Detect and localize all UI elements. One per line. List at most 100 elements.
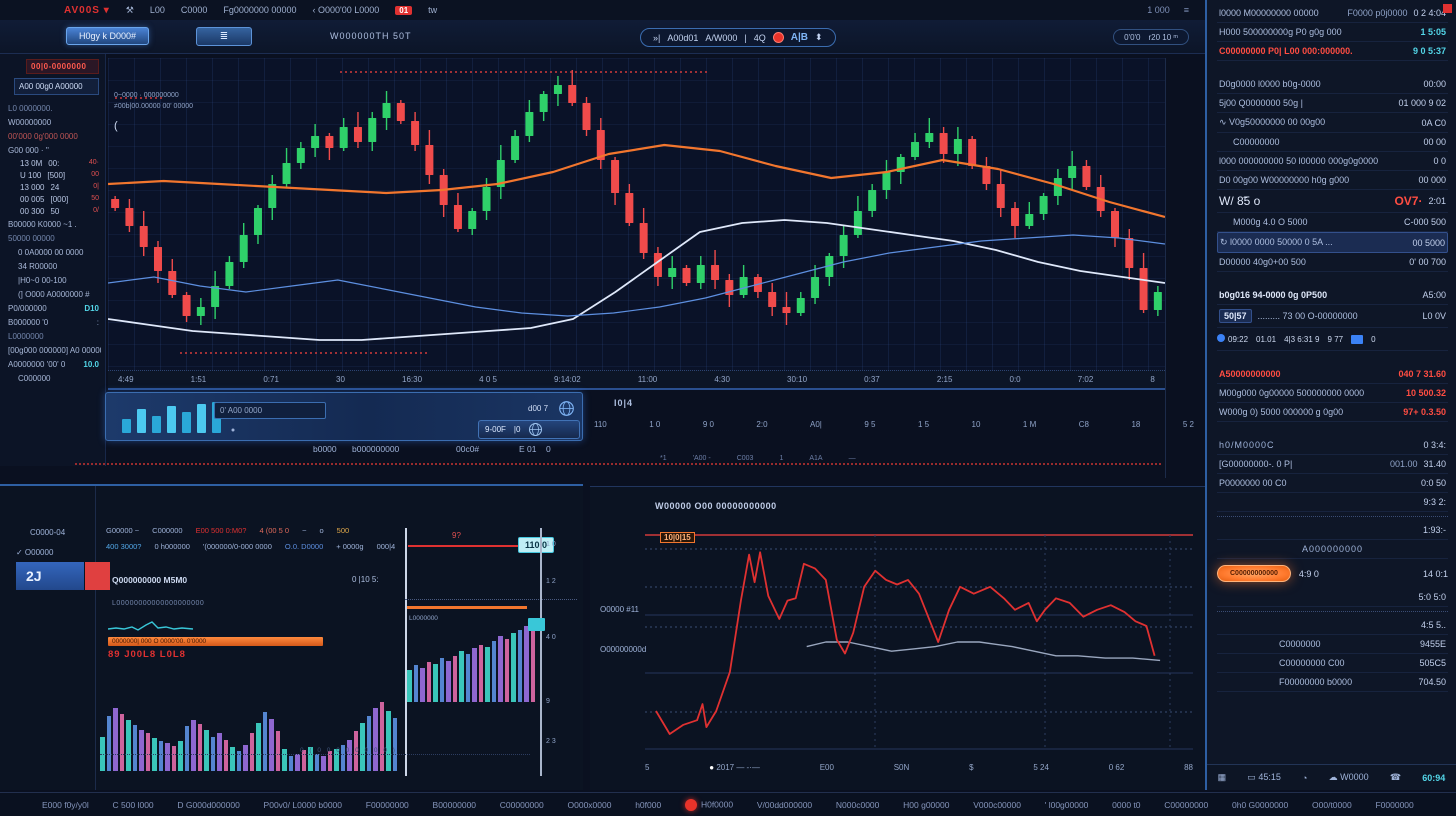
chip[interactable]: 4|3 6:31 9 (1284, 335, 1319, 344)
info-row[interactable]: A000000000 (1217, 540, 1448, 559)
header-item[interactable]: + 0000g (336, 542, 363, 551)
info-row[interactable]: 9:3 2: (1217, 493, 1448, 512)
status-item[interactable]: 0h0 G0000000 (1232, 800, 1288, 810)
menu-item[interactable]: Fg0000000 00000 (223, 5, 296, 16)
footer-tool[interactable]: ◔ (1302, 773, 1307, 783)
info-row[interactable]: 50|57......... 73 00 O-00000000L0 0V (1217, 305, 1448, 328)
value-tile[interactable]: 2J (16, 562, 84, 590)
info-row[interactable]: W/ 8̃5 o OV7·2:01 (1217, 190, 1448, 213)
info-row[interactable]: 5j00 Q0000000 50g |01 000 9 02 (1217, 94, 1448, 113)
candlestick-chart[interactable] (108, 58, 1165, 358)
status-item[interactable]: D G000d000000 (177, 800, 239, 810)
app-logo[interactable]: AV00S ▾ (64, 5, 110, 16)
info-row[interactable]: F00000000 b0000704.50 (1217, 673, 1448, 692)
sub-row-item[interactable]: b0000 (313, 444, 337, 454)
sidebar-item[interactable]: B00000 K0000 ~1 . (6, 217, 101, 231)
sidebar-item[interactable]: G00 000 · '' (6, 143, 101, 157)
menu-link[interactable]: ‹ O000'00 L0000 (312, 5, 379, 15)
hamburger-icon[interactable]: ≡ (1184, 5, 1189, 15)
sidebar-item[interactable]: A00 00g0 A00000 (14, 78, 99, 95)
search-input[interactable]: 0' A00 0000 (214, 402, 326, 419)
time-display[interactable]: 0'0'0 r20 10 ᵐ (1113, 29, 1189, 45)
info-row[interactable]: W000g 0) 5000 000000 g 0g0097+ 0.3.50 (1217, 403, 1448, 422)
status-item[interactable]: V/00dd000000 (757, 800, 812, 810)
sidebar-item[interactable]: L0000000 (6, 329, 101, 343)
status-item[interactable]: F00000000 (366, 800, 409, 810)
sidebar-item[interactable]: 0 0A0000 00 0000 (6, 245, 101, 259)
status-item[interactable]: H0f0000 (685, 799, 733, 811)
status-item[interactable]: B00000000 (433, 800, 477, 810)
sidebar-item[interactable]: 00|0-0000000 (26, 59, 99, 74)
sidebar-table-row[interactable]: 13 0M00:40· (6, 157, 101, 169)
status-item[interactable]: E000 f0y/y0l (42, 800, 89, 810)
sidebar-item[interactable]: 00'000 0g'000 0000 (6, 129, 101, 143)
status-item[interactable]: P00v0/ L0000 b0000 (264, 800, 342, 810)
sub-row-item[interactable]: 00c0# (456, 444, 479, 454)
list-view-button[interactable]: ≣ (196, 27, 252, 46)
sidebar-item[interactable]: L0 0000000. (6, 101, 101, 115)
sub-row-item[interactable]: E 01 (519, 444, 537, 454)
status-item[interactable]: O000x0000 (568, 800, 612, 810)
footer-tool[interactable]: ▦ (1218, 772, 1227, 783)
header-item[interactable]: 500 (337, 526, 350, 535)
menu-item[interactable]: C0000 (181, 5, 208, 16)
info-row[interactable]: h0/M0000C0 3:4: (1217, 436, 1448, 455)
header-item[interactable]: C000000 (152, 526, 182, 535)
footer-tool[interactable]: ▭ 45:15 (1247, 772, 1281, 783)
info-row[interactable]: C00000000 C00505C5 (1217, 654, 1448, 673)
status-item[interactable]: h0f000 (635, 800, 661, 810)
status-item[interactable]: H00 g00000 (903, 800, 949, 810)
info-row[interactable]: 1:93:- (1217, 521, 1448, 540)
chip[interactable]: 0 (1371, 335, 1375, 344)
sidebar-table-row[interactable]: U 100[500]00 (6, 169, 101, 181)
status-item[interactable]: C 500 l000 (113, 800, 154, 810)
wait-status-row[interactable]: 9-00F |0 (478, 420, 580, 439)
sidebar-table-row[interactable]: 13 000240| (6, 181, 101, 193)
status-item[interactable]: V000c00000 (973, 800, 1021, 810)
footer-tool[interactable]: ☁ W0000 (1329, 772, 1369, 783)
menu-item[interactable]: L00 (150, 5, 165, 16)
status-item[interactable]: O00/t0000 (1312, 800, 1352, 810)
sidebar-table-row[interactable]: 00 005[000]50 (6, 193, 101, 205)
header-item[interactable]: O.0. D0000 (285, 542, 323, 551)
info-row[interactable]: 5:0 5:0 (1217, 588, 1448, 607)
header-item[interactable]: G00000 ~ (106, 526, 139, 535)
sidebar-item[interactable]: |H0~0 00-100 (6, 273, 101, 287)
footer-tool[interactable]: ☎ (1390, 772, 1401, 783)
header-item[interactable]: '(000000/0-000 0000 (203, 542, 272, 551)
alert-icon[interactable] (773, 32, 784, 43)
header-item[interactable]: 400 3000? (106, 542, 141, 551)
status-item[interactable]: C00000000 (1164, 800, 1208, 810)
header-item[interactable]: o (319, 526, 323, 535)
line-chart[interactable] (645, 527, 1193, 757)
info-row[interactable]: A50000000000040 7 31.60 (1217, 365, 1448, 384)
primary-toolbar-button[interactable]: H0gy k D000# (66, 27, 149, 45)
info-row[interactable]: M000g 4.0 O 5000C-000 500 (1217, 213, 1448, 232)
status-item[interactable]: 0000 t0 (1112, 800, 1140, 810)
info-row[interactable]: ∿ V0g50000000 00 00g000A C0 (1217, 113, 1448, 133)
status-item[interactable]: F0000000 (1375, 800, 1413, 810)
sidebar-table-row[interactable]: 00 300500/ (6, 205, 101, 217)
header-item[interactable]: E00 500 0:M0? (196, 526, 247, 535)
sort-arrows-icon[interactable]: ⬍ (815, 32, 823, 43)
footer-tool[interactable]: 60:94 (1422, 773, 1445, 783)
sidebar-item[interactable]: :B000000 '0 (6, 315, 101, 329)
info-row[interactable]: C00000000 P0| L00 000:000000.9 0 5:37 (1217, 42, 1448, 61)
sidebar-item[interactable]: D10P0/000000 (6, 301, 101, 315)
info-row[interactable]: b0g016 94-0000 0g 0P500A5:00 (1217, 286, 1448, 305)
info-row[interactable]: C00000009455E (1217, 635, 1448, 654)
menu-item[interactable]: ⚒ (126, 5, 134, 16)
sidebar-item[interactable]: W00000000 (6, 115, 101, 129)
header-item[interactable]: 4 (00 5 0 (259, 526, 289, 535)
chip[interactable]: 9 77 (1328, 335, 1344, 344)
info-row[interactable]: l0000 M00000000 00000F0000 p0j00000 2 4:… (1217, 4, 1448, 23)
info-row[interactable]: [G00000000-. 0 P|001.0031.40 (1217, 455, 1448, 474)
red-tile[interactable] (85, 562, 110, 590)
info-row[interactable]: M00g000 0g00000 500000000 000010 500.32 (1217, 384, 1448, 403)
chip[interactable]: 09:22 (1217, 334, 1248, 344)
header-item[interactable]: ~ (302, 526, 306, 535)
info-row[interactable]: l000 000000000 50 l00000 000g0g00000 0 (1217, 152, 1448, 171)
highlighted-action-button[interactable]: C00000000000 (1217, 565, 1291, 582)
info-row[interactable]: H000 500000000g P0 g0g 0001 5:05 (1217, 23, 1448, 42)
sidebar-item[interactable]: 34 R00000 (6, 259, 101, 273)
